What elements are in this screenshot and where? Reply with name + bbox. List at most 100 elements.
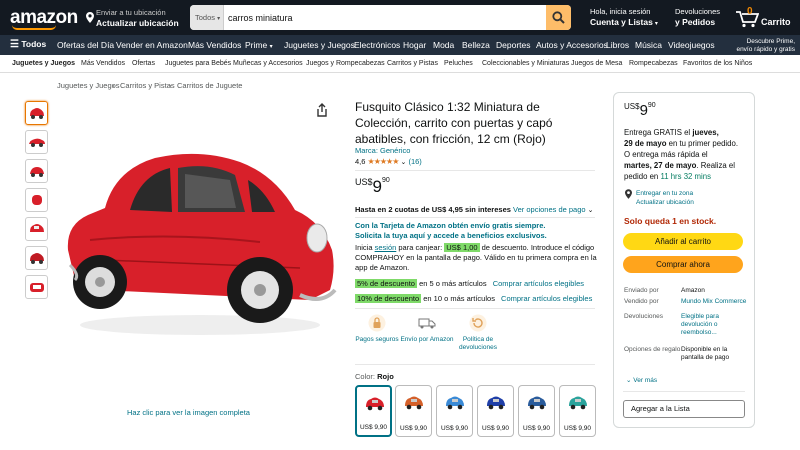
nav-item-beauty[interactable]: Belleza (462, 40, 490, 50)
thumbnail-6[interactable] (25, 246, 48, 270)
thumbnail-4[interactable] (25, 188, 48, 212)
car-thumbnail-image (29, 253, 44, 264)
nav-item-videogames[interactable]: Videojuegos (668, 40, 715, 50)
location-line1: Enviar a tu ubicación (96, 8, 166, 17)
nav-item-prime-label: Prime (245, 40, 268, 50)
subnav-item-plush[interactable]: Peluches (444, 60, 473, 67)
subnav-item-puzzles[interactable]: Rompecabezas (629, 60, 678, 67)
delivery-countdown: 11 hrs 32 mins (660, 172, 711, 181)
buy-now-button[interactable]: Comprar ahora (623, 256, 743, 273)
add-to-list-button[interactable]: Agregar a la Lista (623, 400, 745, 418)
nav-item-prime[interactable]: Prime ▾ (245, 40, 273, 50)
add-to-cart-button[interactable]: Añadir al carrito (623, 233, 743, 250)
nav-item-books[interactable]: Libros (606, 40, 629, 50)
installments-row: Hasta en 2 cuotas de US$ 4,95 sin intere… (355, 205, 594, 216)
nav-item-home[interactable]: Hogar (403, 40, 426, 50)
eligible-items-link[interactable]: Comprar artículos elegibles (501, 294, 592, 303)
chevron-down-icon[interactable]: ⌄ (400, 159, 406, 166)
nav-item-sports[interactable]: Deportes (496, 40, 531, 50)
chevron-down-icon: ▾ (217, 16, 221, 22)
star-rating-icon[interactable]: ★★★★★ (368, 157, 400, 166)
buybox-price-whole: 9 (639, 102, 648, 119)
cart-label: Carrito (761, 17, 791, 27)
delivery-text: Entrega GRATIS el (624, 128, 691, 137)
search-bar: Todos ▾ (190, 5, 571, 30)
eligible-items-link[interactable]: Comprar artículos elegibles (493, 279, 584, 288)
subnav-item-toys[interactable]: Juguetes y Juegos (12, 60, 75, 67)
nav-item-sell[interactable]: Vender en Amazon (116, 40, 188, 50)
account-lists-menu[interactable]: Hola, inicia sesión Cuenta y Listas ▾ (590, 7, 658, 29)
prime-promo-line2: envío rápido y gratis (736, 46, 795, 53)
thumbnail-1[interactable] (25, 101, 48, 125)
color-swatch[interactable]: US$ 9,90 (477, 385, 514, 437)
account-line2-text: Cuenta y Listas (590, 17, 653, 27)
divider (355, 308, 595, 309)
breadcrumb-item[interactable]: Carritos y Pistas (120, 81, 175, 90)
color-swatch[interactable]: US$ 9,90 (355, 385, 392, 437)
car-swatch-image (405, 396, 423, 410)
returns-link[interactable]: Elegible para devolución o reembolso... (681, 313, 739, 337)
location-selector[interactable]: Enviar a tu ubicación Actualizar ubicaci… (96, 8, 179, 28)
see-more-link[interactable]: ⌄ Ver más (626, 376, 657, 384)
feature-return-policy[interactable]: Política de devoluciones (448, 314, 508, 352)
color-swatch[interactable]: US$ 9,90 (436, 385, 473, 437)
breadcrumb-item[interactable]: Juguetes y Juegos (57, 81, 120, 90)
nav-item-music[interactable]: Música (635, 40, 662, 50)
nav-item-bestsellers[interactable]: Más Vendidos (188, 40, 241, 50)
sign-in-link[interactable]: sesión (375, 243, 397, 252)
search-input[interactable] (228, 5, 533, 30)
search-button[interactable] (546, 5, 571, 30)
all-menu-button[interactable]: ☰ Todos (10, 39, 46, 50)
zone-line2: Actualizar ubicación (636, 199, 694, 206)
detail-key: Devoluciones (624, 313, 664, 320)
card-promo-line1[interactable]: Con la Tarjeta de Amazon obtén envío gra… (355, 221, 545, 231)
delivery-line2: 29 de mayo en tu primer pedido. (624, 138, 749, 149)
subnav-item-baby-toys[interactable]: Juguetes para Bebés (165, 60, 231, 67)
deliver-to-zone-link[interactable]: Entregar en tu zona Actualizar ubicación (636, 189, 694, 207)
subnav-item-board-games[interactable]: Juegos de Mesa (571, 60, 622, 67)
subnav-item-collectibles[interactable]: Coleccionables y Miniaturas (482, 60, 569, 67)
coupon-pre: Inicia (355, 243, 373, 252)
nav-item-deals[interactable]: Ofertas del Día (57, 40, 114, 50)
thumbnail-7[interactable] (25, 275, 48, 299)
feature-label: Pagos seguros (355, 336, 399, 343)
prime-promo-link[interactable]: Descubre Prime, envío rápido y gratis (735, 38, 795, 54)
share-icon[interactable] (316, 103, 328, 117)
detail-key: Opciones de regalo (624, 346, 681, 353)
color-swatch[interactable]: US$ 9,90 (395, 385, 432, 437)
subnav-item-deals[interactable]: Ofertas (132, 60, 155, 67)
delivery-text: pedido en (624, 172, 659, 181)
car-thumbnail-image (29, 167, 44, 177)
search-category-dropdown[interactable]: Todos ▾ (190, 5, 224, 30)
nav-item-fashion[interactable]: Moda (433, 40, 454, 50)
subnav-item-cars-tracks[interactable]: Carritos y Pistas (387, 60, 438, 67)
returns-orders-link[interactable]: Devoluciones y Pedidos (675, 7, 720, 28)
nav-item-auto[interactable]: Autos y Accesorios (536, 40, 608, 50)
color-swatch[interactable]: US$ 9,90 (518, 385, 555, 437)
subnav-item-dolls[interactable]: Muñecas y Accesorios (233, 60, 303, 67)
price-whole: 9 (372, 177, 382, 196)
subnav-item-bestsellers[interactable]: Más Vendidos (81, 60, 125, 67)
thumbnail-3[interactable] (25, 159, 48, 183)
nav-item-electronics[interactable]: Electrónicos (354, 40, 400, 50)
buybox-price-fraction: 90 (647, 102, 656, 109)
seller-link[interactable]: Mundo Mix Commerce (681, 298, 746, 306)
color-swatch[interactable]: US$ 9,90 (559, 385, 596, 437)
subnav-item-kids-favorites[interactable]: Favoritos de los Niños (683, 60, 752, 67)
payment-options-link[interactable]: Ver opciones de pago (513, 205, 586, 214)
review-count-link[interactable]: (16) (408, 157, 421, 166)
feature-label: Envío por Amazon (400, 336, 454, 343)
main-product-image[interactable] (60, 140, 340, 340)
card-promo-line2[interactable]: Solicita la tuya aquí y accede a benefic… (355, 231, 547, 241)
view-full-image-link[interactable]: Haz clic para ver la imagen completa (127, 408, 250, 417)
chevron-down-icon[interactable]: ⌄ (588, 207, 594, 214)
subnav-item-games-puzzles[interactable]: Juegos y Rompecabezas (306, 60, 385, 67)
breadcrumb-item[interactable]: Carritos de Juguete (177, 81, 242, 90)
car-thumbnail-image (28, 138, 45, 147)
hamburger-icon: ☰ (10, 39, 19, 50)
nav-item-toys[interactable]: Juguetes y Juegos (284, 40, 355, 50)
color-value: Rojo (377, 372, 394, 381)
thumbnail-5[interactable] (25, 217, 48, 241)
thumbnail-2[interactable] (25, 130, 48, 154)
brand-link[interactable]: Marca: Genérico (355, 146, 410, 156)
